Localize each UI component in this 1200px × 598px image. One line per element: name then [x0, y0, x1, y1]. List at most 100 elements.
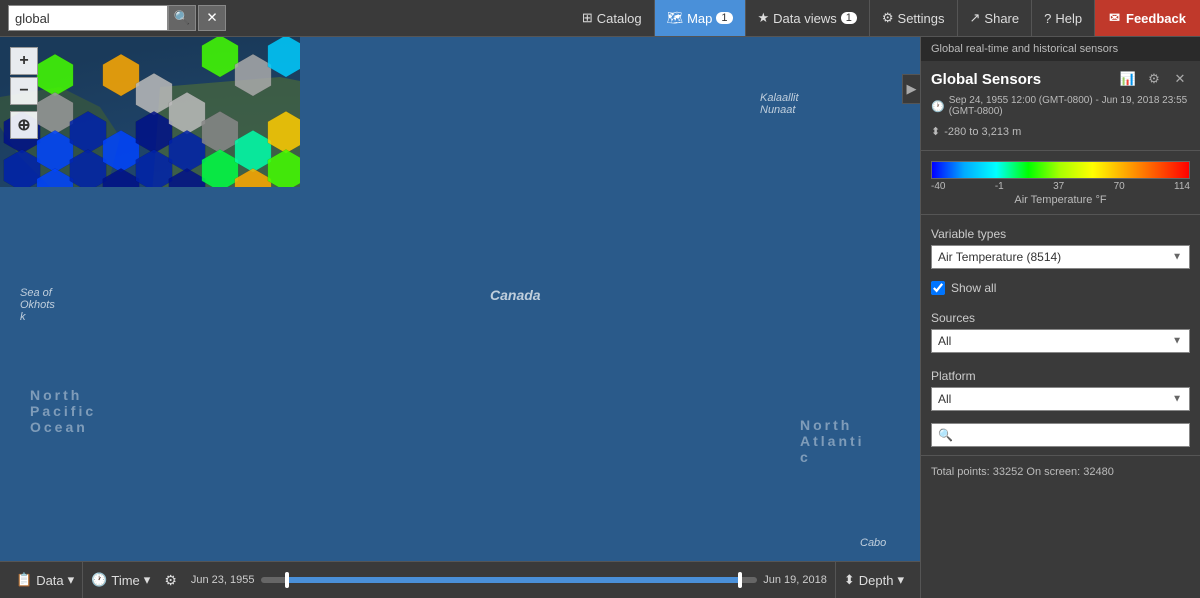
platform-label: Platform: [931, 369, 1190, 383]
panel-title-row: Global Sensors 📊 ⚙ ✕: [921, 61, 1200, 93]
hex-map: [0, 37, 300, 187]
share-label: Share: [984, 11, 1019, 26]
panel-chart-icon[interactable]: 📊: [1118, 69, 1138, 89]
dataviews-label: Data views: [773, 11, 837, 26]
divider-3: [921, 455, 1200, 456]
panel-header-label: Global real-time and historical sensors: [931, 43, 1118, 55]
north-pacific-label: NorthPacificOcean: [30, 387, 96, 435]
gear-icon: ⚙: [882, 10, 894, 26]
show-all-checkbox[interactable]: [931, 281, 945, 295]
time-settings-button[interactable]: ⚙: [158, 572, 183, 589]
scale-label-3: 70: [1114, 181, 1125, 192]
time-label: Time: [111, 573, 139, 588]
color-scale-labels: -40 -1 37 70 114: [931, 181, 1190, 192]
share-icon: ↗: [970, 10, 981, 26]
panel-depth-range: -280 to 3,213 m: [944, 126, 1021, 138]
platform-select-wrapper: All: [931, 387, 1190, 411]
canada-label: Canada: [490, 287, 541, 303]
platform-section: Platform All: [921, 361, 1200, 419]
platform-select[interactable]: All: [931, 387, 1190, 411]
color-scale-title: Air Temperature °F: [931, 194, 1190, 206]
panel-search-bar: 🔍: [931, 423, 1190, 447]
variable-types-label: Variable types: [931, 227, 1190, 241]
panel-search-icon: 🔍: [932, 424, 959, 446]
zoom-out-button[interactable]: −: [10, 77, 38, 105]
depth-icon: ⬍: [844, 572, 855, 588]
north-atlantic-label: NorthAtlantic: [800, 417, 865, 465]
panel-date-row: 🕐 Sep 24, 1955 12:00 (GMT-0800) - Jun 19…: [921, 93, 1200, 123]
greenland-label: KalaallitNunaat: [760, 92, 799, 116]
panel-stats: Total points: 33252 On screen: 32480: [921, 460, 1200, 484]
panel-date-range: Sep 24, 1955 12:00 (GMT-0800) - Jun 19, …: [949, 95, 1190, 117]
time-track[interactable]: [261, 577, 758, 583]
feedback-icon: ✉: [1109, 10, 1120, 26]
bottom-bar: 📋 Data ▾ 🕐 Time ▾ ⚙ Jun 23, 1955 Jun 19,…: [0, 561, 920, 598]
settings-label: Settings: [898, 11, 945, 26]
clear-search-button[interactable]: ✕: [198, 5, 226, 31]
panel-icon-buttons: 📊 ⚙ ✕: [1118, 69, 1190, 89]
help-nav-item[interactable]: ? Help: [1032, 0, 1095, 36]
cabo-label: Cabo: [860, 537, 886, 549]
catalog-nav-item[interactable]: ⊞ Catalog: [570, 0, 655, 36]
variable-types-section: Variable types Air Temperature (8514): [921, 219, 1200, 277]
time-button[interactable]: 🕐 Time ▾: [83, 562, 158, 598]
sources-select[interactable]: All: [931, 329, 1190, 353]
map-badge: 1: [716, 12, 732, 24]
time-slider-area: Jun 23, 1955 Jun 19, 2018: [183, 574, 835, 586]
search-button[interactable]: 🔍: [168, 5, 196, 31]
map-controls: + − ⊕: [10, 47, 38, 139]
depth-button[interactable]: ⬍ Depth ▾: [835, 562, 912, 598]
star-icon: ★: [758, 10, 770, 26]
share-nav-item[interactable]: ↗ Share: [958, 0, 1033, 36]
time-handle-left[interactable]: [285, 572, 289, 588]
help-icon: ?: [1044, 11, 1051, 26]
clock-icon: 🕐: [931, 100, 945, 113]
depth-chevron-icon: ▾: [897, 572, 904, 588]
panel-search-input[interactable]: [959, 424, 1189, 446]
scale-label-1: -1: [995, 181, 1004, 192]
panel-title: Global Sensors: [931, 71, 1041, 88]
right-panel: Global real-time and historical sensors …: [920, 37, 1200, 598]
scale-label-4: 114: [1174, 181, 1190, 192]
scale-label-2: 37: [1053, 181, 1064, 192]
show-all-label[interactable]: Show all: [951, 281, 996, 295]
settings-nav-item[interactable]: ⚙ Settings: [870, 0, 958, 36]
panel-settings-icon[interactable]: ⚙: [1144, 69, 1164, 89]
divider-2: [921, 214, 1200, 215]
sources-select-wrapper: All: [931, 329, 1190, 353]
variable-select[interactable]: Air Temperature (8514): [931, 245, 1190, 269]
time-start-label: Jun 23, 1955: [191, 574, 255, 586]
collapse-panel-button[interactable]: ▶: [902, 74, 920, 104]
data-icon: 📋: [16, 572, 32, 588]
divider-1: [921, 150, 1200, 151]
time-range: [285, 577, 742, 583]
sources-section: Sources All: [921, 303, 1200, 361]
clock-icon: 🕐: [91, 572, 107, 588]
panel-close-icon[interactable]: ✕: [1170, 69, 1190, 89]
color-scale-bar: [931, 161, 1190, 179]
dataviews-badge: 1: [841, 12, 857, 24]
depth-label: Depth: [859, 573, 894, 588]
grid-icon: ⊞: [582, 10, 593, 26]
time-chevron-icon: ▾: [144, 572, 151, 588]
search-box: 🔍 ✕: [8, 5, 226, 31]
variable-select-wrapper: Air Temperature (8514): [931, 245, 1190, 269]
feedback-label: Feedback: [1126, 11, 1186, 26]
data-label: Data: [36, 573, 63, 588]
feedback-nav-item[interactable]: ✉ Feedback: [1095, 0, 1200, 36]
scale-label-min: -40: [931, 181, 945, 192]
dataviews-nav-item[interactable]: ★ Data views 1: [746, 0, 870, 36]
nav-items: ⊞ Catalog 🗺 Map 1 ★ Data views 1 ⚙ Setti…: [570, 0, 1200, 36]
map-nav-item[interactable]: 🗺 Map 1: [655, 0, 746, 36]
search-input[interactable]: [8, 5, 168, 31]
zoom-fit-button[interactable]: ⊕: [10, 111, 38, 139]
show-all-row: Show all: [921, 277, 1200, 303]
data-chevron-icon: ▾: [68, 572, 75, 588]
zoom-in-button[interactable]: +: [10, 47, 38, 75]
map-label: Map: [687, 11, 712, 26]
depth-icon: ⬍: [931, 125, 940, 138]
time-handle-right[interactable]: [738, 572, 742, 588]
data-button[interactable]: 📋 Data ▾: [8, 562, 83, 598]
catalog-label: Catalog: [597, 11, 642, 26]
color-scale-container: -40 -1 37 70 114 Air Temperature °F: [921, 155, 1200, 210]
